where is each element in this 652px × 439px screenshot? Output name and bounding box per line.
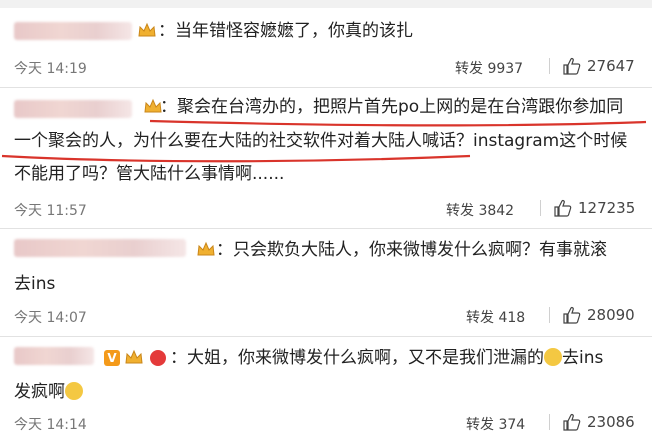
username-blurred[interactable]	[14, 22, 132, 40]
smiley-face-icon	[544, 348, 562, 366]
smiley-face-icon	[65, 382, 83, 400]
comment-4: V ：大姐，你来微博发什么疯啊，又不是我们泄漏的 去ins 发疯啊 今天 14:1…	[0, 337, 652, 439]
crown-icon	[137, 22, 157, 38]
like-count: 23086	[587, 413, 635, 431]
thumbs-up-icon[interactable]	[563, 413, 581, 431]
divider	[549, 414, 550, 430]
top-partial-bar	[0, 0, 652, 8]
like-count: 28090	[587, 306, 635, 324]
username-blurred[interactable]	[14, 239, 186, 257]
divider	[549, 58, 550, 74]
comment-2: ：聚会在台湾办的，把照片首先po上网的是在台湾跟你参加同 一个聚会的人，为什么要…	[0, 88, 652, 228]
repost-count[interactable]: 转发 3842	[446, 200, 514, 220]
comment-text-line-1: ：大姐，你来微博发什么疯啊，又不是我们泄漏的 去ins	[170, 345, 638, 371]
crown-icon	[196, 241, 216, 257]
comment-3: ：只会欺负大陆人，你来微博发什么疯啊？有事就滚 去ins 今天 14:07 转发…	[0, 229, 652, 336]
timestamp: 今天 14:07	[14, 310, 87, 326]
fan-badge-icon	[150, 350, 166, 366]
repost-count[interactable]: 转发 374	[466, 414, 525, 434]
repost-count[interactable]: 转发 9937	[455, 58, 523, 78]
comment-text-line: ：当年错怪容嬷嬷了，你真的该扎	[158, 21, 413, 41]
comment-text: ：当年错怪容嬷嬷了，你真的该扎	[158, 18, 638, 44]
like-count: 27647	[587, 57, 635, 75]
repost-count[interactable]: 转发 418	[466, 307, 525, 327]
verified-v-badge: V	[104, 350, 120, 366]
divider	[549, 307, 550, 323]
comment-text-line-2: 发疯啊	[14, 379, 638, 405]
comment-text-line-1: ：只会欺负大陆人，你来微博发什么疯啊？有事就滚	[216, 240, 607, 260]
comment-1: ：当年错怪容嬷嬷了，你真的该扎 今天 14:19 转发 9937 27647	[0, 8, 652, 87]
comment-text-segment: 去ins	[562, 348, 604, 368]
comment-text-line-2: 去ins	[14, 274, 56, 294]
crown-icon	[124, 349, 144, 365]
comment-text-segment: 发疯啊	[14, 382, 65, 402]
thumbs-up-icon[interactable]	[563, 306, 581, 324]
divider	[540, 200, 541, 216]
thumbs-up-icon[interactable]	[563, 57, 581, 75]
timestamp: 今天 14:19	[14, 61, 87, 77]
username-blurred[interactable]	[14, 347, 94, 365]
comment-text-segment: ：大姐，你来微博发什么疯啊，又不是我们泄漏的	[170, 348, 544, 368]
timestamp: 今天 14:14	[14, 417, 87, 433]
timestamp: 今天 11:57	[14, 203, 87, 219]
like-count: 127235	[578, 199, 636, 217]
thumbs-up-icon[interactable]	[554, 199, 572, 217]
